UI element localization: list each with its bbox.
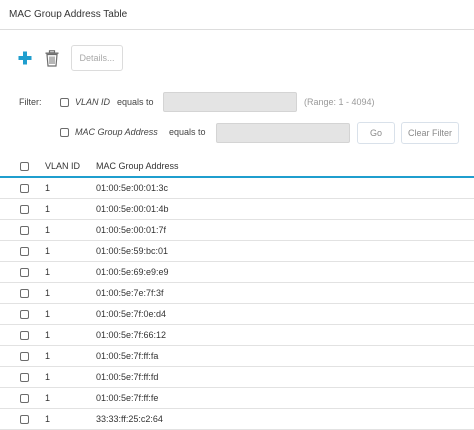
vlan-id-cell: 1 xyxy=(45,246,51,256)
go-button[interactable]: Go xyxy=(357,122,395,144)
row-checkbox[interactable] xyxy=(20,331,29,340)
vlan-id-cell: 1 xyxy=(45,414,51,424)
vlan-id-cell: 1 xyxy=(45,225,51,235)
mac-address-cell: 01:00:5e:00:01:3c xyxy=(96,183,169,193)
mac-address-input[interactable] xyxy=(216,123,350,143)
mac-address-cell: 01:00:5e:7f:ff:fe xyxy=(96,393,159,403)
vlan-id-input[interactable] xyxy=(163,92,297,112)
column-header-mac-group-address[interactable]: MAC Group Address xyxy=(96,161,179,171)
select-all-checkbox[interactable] xyxy=(20,162,29,171)
vlan-filter-field-label: VLAN ID xyxy=(75,97,111,107)
mac-address-cell: 01:00:5e:69:e9:e9 xyxy=(96,267,169,277)
mac-address-cell: 01:00:5e:7f:ff:fa xyxy=(96,351,159,361)
delete-button[interactable] xyxy=(44,50,60,67)
vlan-id-cell: 1 xyxy=(45,309,51,319)
title-bar: MAC Group Address Table xyxy=(0,0,474,30)
vlan-id-cell: 1 xyxy=(45,351,51,361)
vlan-id-cell: 1 xyxy=(45,288,51,298)
table-row[interactable]: 1 01:00:5e:7e:7f:3f xyxy=(0,283,474,304)
vlan-id-cell: 1 xyxy=(45,183,51,193)
vlan-id-cell: 1 xyxy=(45,267,51,277)
trash-icon xyxy=(45,50,59,67)
row-checkbox[interactable] xyxy=(20,373,29,382)
table-row[interactable]: 1 01:00:5e:7f:ff:fa xyxy=(0,346,474,367)
mac-address-cell: 01:00:5e:59:bc:01 xyxy=(96,246,169,256)
mac-address-cell: 01:00:5e:7f:ff:fd xyxy=(96,372,159,382)
vlan-id-cell: 1 xyxy=(45,393,51,403)
mac-filter-operator: equals to xyxy=(169,127,206,137)
table-body: 1 01:00:5e:00:01:3c 1 01:00:5e:00:01:4b 1 01:… xyxy=(0,178,474,430)
row-checkbox[interactable] xyxy=(20,310,29,319)
mac-filter-checkbox[interactable] xyxy=(60,128,69,137)
plus-icon xyxy=(18,51,32,65)
column-header-vlan-id[interactable]: VLAN ID xyxy=(45,161,80,171)
mac-filter-field-label: MAC Group Address xyxy=(75,127,158,137)
vlan-id-cell: 1 xyxy=(45,372,51,382)
row-checkbox[interactable] xyxy=(20,205,29,214)
table-row[interactable]: 1 01:00:5e:7f:66:12 xyxy=(0,325,474,346)
mac-address-cell: 01:00:5e:7f:0e:d4 xyxy=(96,309,167,319)
row-checkbox[interactable] xyxy=(20,415,29,424)
table-row[interactable]: 1 01:00:5e:00:01:7f xyxy=(0,220,474,241)
row-checkbox[interactable] xyxy=(20,352,29,361)
vlan-filter-checkbox[interactable] xyxy=(60,98,69,107)
table-row[interactable]: 1 01:00:5e:7f:ff:fe xyxy=(0,388,474,409)
table-row[interactable]: 1 01:00:5e:00:01:3c xyxy=(0,178,474,199)
row-checkbox[interactable] xyxy=(20,289,29,298)
row-checkbox[interactable] xyxy=(20,247,29,256)
mac-address-cell: 01:00:5e:7e:7f:3f xyxy=(96,288,164,298)
vlan-id-cell: 1 xyxy=(45,330,51,340)
vlan-filter-operator: equals to xyxy=(117,97,154,107)
details-button[interactable]: Details... xyxy=(71,45,123,71)
vlan-range-hint: (Range: 1 - 4094) xyxy=(304,97,375,107)
filter-label: Filter: xyxy=(19,97,42,107)
mac-address-cell: 33:33:ff:25:c2:64 xyxy=(96,414,163,424)
table-row[interactable]: 1 01:00:5e:69:e9:e9 xyxy=(0,262,474,283)
row-checkbox[interactable] xyxy=(20,226,29,235)
row-checkbox[interactable] xyxy=(20,184,29,193)
mac-address-cell: 01:00:5e:00:01:7f xyxy=(96,225,167,235)
table-row[interactable]: 1 01:00:5e:7f:ff:fd xyxy=(0,367,474,388)
add-button[interactable] xyxy=(17,50,33,66)
toolbar: Details... xyxy=(0,44,474,74)
row-checkbox[interactable] xyxy=(20,394,29,403)
mac-address-cell: 01:00:5e:7f:66:12 xyxy=(96,330,167,340)
row-checkbox[interactable] xyxy=(20,268,29,277)
table-row[interactable]: 1 01:00:5e:59:bc:01 xyxy=(0,241,474,262)
page-title: MAC Group Address Table xyxy=(9,9,128,20)
mac-address-cell: 01:00:5e:00:01:4b xyxy=(96,204,169,214)
table-row[interactable]: 1 01:00:5e:00:01:4b xyxy=(0,199,474,220)
table-row[interactable]: 1 01:00:5e:7f:0e:d4 xyxy=(0,304,474,325)
table-header: VLAN ID MAC Group Address xyxy=(0,155,474,178)
clear-filter-button[interactable]: Clear Filter xyxy=(401,122,459,144)
vlan-id-cell: 1 xyxy=(45,204,51,214)
